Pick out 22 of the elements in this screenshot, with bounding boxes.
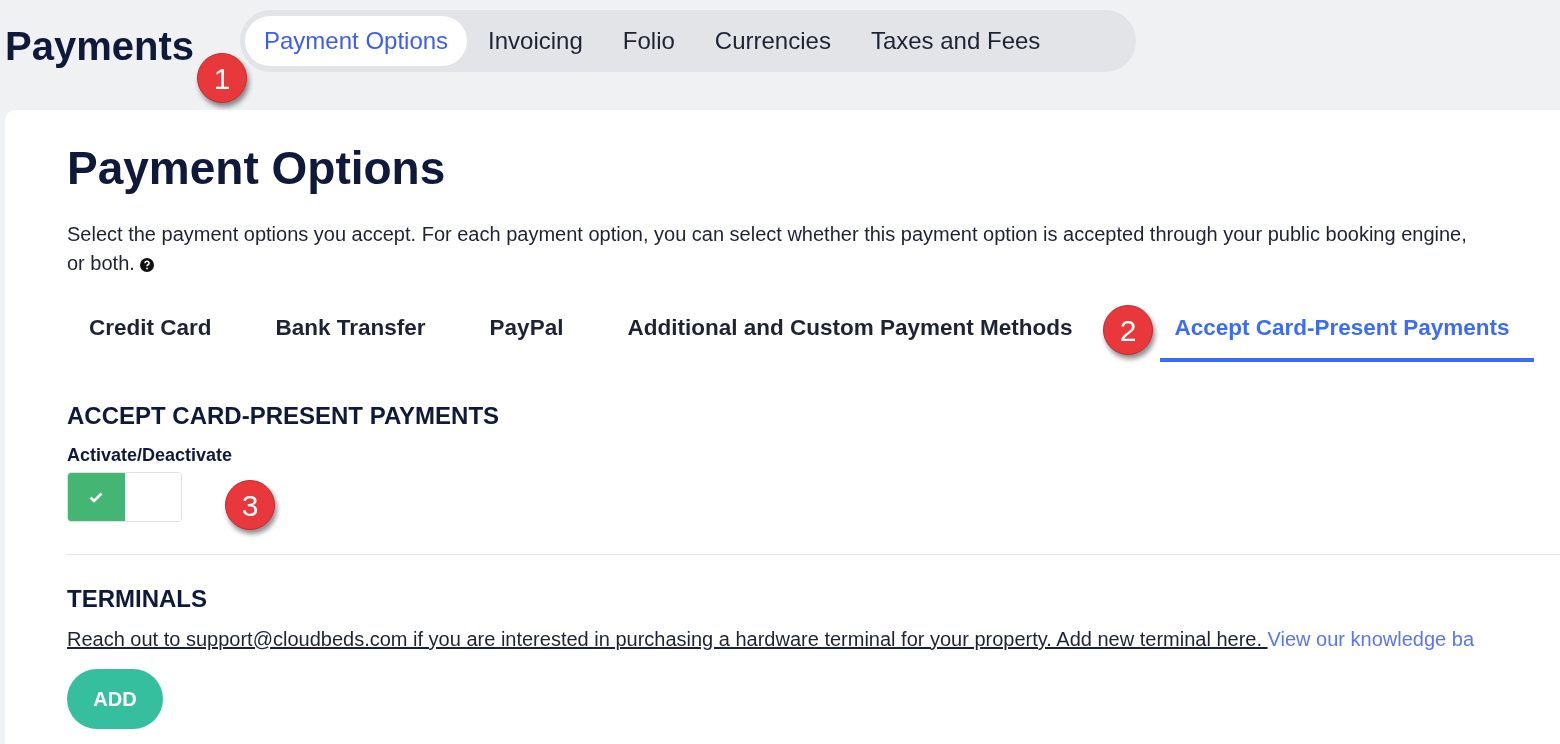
support-link[interactable]: Reach out to support@cloudbeds.com if you are interested in purchasing a hardware terminal for your property. Add new terminal here. <box>67 628 1268 650</box>
tab[interactable]: Invoicing <box>469 16 602 66</box>
tab[interactable]: Taxes and Fees <box>851 16 1060 66</box>
toggle-switch[interactable] <box>67 472 182 522</box>
tab[interactable]: Currencies <box>695 16 850 66</box>
section-heading: ACCEPT CARD-PRESENT PAYMENTS <box>67 402 501 430</box>
section-title: Payment Options <box>67 141 447 194</box>
tab[interactable]: Payment Options <box>245 16 468 66</box>
page-title: Payments <box>5 23 195 70</box>
knowledge-base-link[interactable]: View our knowledge ba <box>1267 628 1474 650</box>
tab[interactable]: Credit Card <box>65 298 236 362</box>
tab[interactable]: Bank Transfer <box>251 298 450 362</box>
callout-marker: 1 <box>197 53 247 103</box>
section-heading: TERMINALS <box>67 585 208 613</box>
tab[interactable]: Folio <box>603 16 694 66</box>
check-icon <box>89 491 104 503</box>
tab[interactable]: Accept Card-Present Payments <box>1160 298 1534 362</box>
field-label: Activate/Deactivate <box>67 444 234 466</box>
tab[interactable]: PayPal <box>465 298 588 362</box>
help-icon <box>139 258 154 272</box>
description-text: Select the payment options you accept. For each payment option, you can select whether this payment option is accepted through your public booking engine, or both. <box>67 222 1468 276</box>
tab[interactable]: Additional and Custom Payment Methods <box>603 298 1097 362</box>
